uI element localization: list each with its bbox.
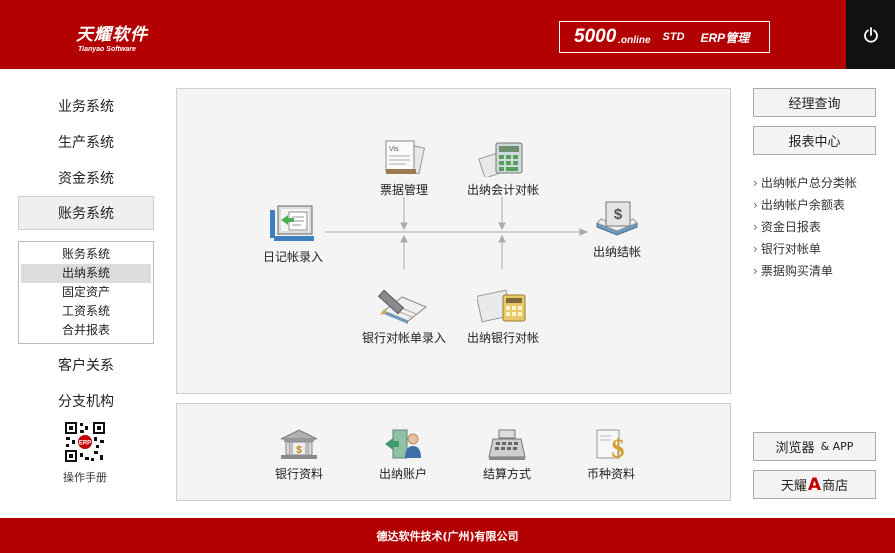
svg-text:ERP: ERP — [79, 441, 91, 447]
company-name: 德达软件技术(广州)有限公司 — [376, 529, 519, 543]
product-edition: STD — [662, 31, 685, 43]
company-logo: 天耀软件 Tianyao Software — [76, 20, 148, 53]
power-icon — [863, 26, 878, 43]
chevron-right-icon: › — [753, 198, 758, 212]
svg-text:$: $ — [296, 445, 302, 456]
chevron-right-icon: › — [753, 220, 758, 234]
report-center-button[interactable]: 报表中心 — [753, 126, 876, 155]
cashier-accounting-check-tool[interactable]: 出纳会计对帐 — [460, 139, 546, 198]
subnav-accounting[interactable]: 账务系统 — [21, 245, 151, 264]
svg-text:Vis: Vis — [389, 146, 399, 153]
subnav-payroll[interactable]: 工资系统 — [21, 302, 151, 321]
cashier-accounting-check-label: 出纳会计对帐 — [466, 183, 539, 197]
product-online: .online — [618, 34, 651, 46]
journal-computer-icon — [270, 205, 314, 241]
journal-entry-tool[interactable]: 日记帐录入 — [257, 204, 329, 265]
account-user-icon — [385, 429, 421, 459]
app-store-button[interactable]: 天耀 A 商店 — [753, 470, 876, 499]
subnav-cashier[interactable]: 出纳系统 — [21, 264, 151, 283]
report-list: › 出纳帐户总分类帐 › 出纳帐户余额表 › 资金日报表 › 银行对帐单 › 票据购买清单 — [753, 172, 857, 282]
currency-info-label: 币种资料 — [586, 467, 635, 481]
logo-en: Tianyao Software — [78, 46, 136, 53]
calculator-notes-icon — [477, 289, 526, 323]
product-badge: 5000 .online STD ERP管理 — [559, 21, 770, 53]
settlement-method-label: 结算方式 — [482, 467, 531, 481]
ticket-management-label: 票据管理 — [379, 183, 428, 197]
subnav-fixed-assets[interactable]: 固定资产 — [21, 283, 151, 302]
nav-customer-relations[interactable]: 客户关系 — [18, 348, 154, 382]
report-link-cashier-ledger[interactable]: › 出纳帐户总分类帐 — [753, 172, 857, 194]
cashier-bank-check-label: 出纳银行对帐 — [466, 331, 539, 345]
browser-app-button[interactable]: 浏览器 & APP — [753, 432, 876, 461]
nav-accounting-system[interactable]: 账务系统 — [18, 196, 154, 230]
cashier-bank-check-tool[interactable]: 出纳银行对帐 — [460, 285, 546, 346]
cashier-closing-tool[interactable]: $ 出纳结帐 — [584, 199, 650, 260]
ticket-management-tool[interactable]: Vis 票据管理 — [371, 139, 437, 198]
logo-cn: 天耀软件 — [76, 25, 148, 45]
cash-register-icon — [488, 429, 526, 460]
pen-document-icon — [378, 289, 427, 324]
product-number: 5000 — [574, 26, 617, 47]
footer-bar: 德达软件技术(广州)有限公司 — [0, 518, 895, 553]
bank-statement-entry-tool[interactable]: 银行对帐单录入 — [357, 285, 451, 346]
subnav-consolidated-report[interactable]: 合并报表 — [21, 321, 151, 340]
currency-info-tool[interactable]: $ 币种资料 — [579, 427, 643, 482]
closing-ledger-icon: $ — [596, 201, 638, 236]
currency-dollar-icon: $ — [596, 429, 625, 461]
nav-business-system[interactable]: 业务系统 — [18, 89, 154, 123]
report-link-bank-statement[interactable]: › 银行对帐单 — [753, 238, 857, 260]
qr-code-icon[interactable]: ERP — [63, 420, 107, 464]
bank-info-tool[interactable]: $ 银行资料 — [267, 427, 331, 482]
svg-text:$: $ — [614, 206, 623, 223]
manager-query-button[interactable]: 经理查询 — [753, 88, 876, 117]
bank-statement-entry-label: 银行对帐单录入 — [361, 331, 446, 345]
nav-funds-system[interactable]: 资金系统 — [18, 161, 154, 195]
settlement-method-tool[interactable]: 结算方式 — [475, 427, 539, 482]
header-bar: 天耀软件 Tianyao Software 5000 .online STD E… — [0, 0, 895, 69]
cashier-closing-label: 出纳结帐 — [592, 245, 641, 259]
report-link-daily-funds[interactable]: › 资金日报表 — [753, 216, 857, 238]
journal-entry-label: 日记帐录入 — [262, 250, 323, 264]
cashier-account-label: 出纳账户 — [378, 467, 427, 481]
product-erp: ERP管理 — [700, 30, 750, 45]
svg-text:$: $ — [612, 434, 625, 461]
nav-branches[interactable]: 分支机构 — [18, 384, 154, 418]
calculator-ledger-icon — [478, 142, 523, 177]
bank-building-icon: $ — [280, 429, 318, 459]
bank-info-label: 银行资料 — [274, 467, 323, 481]
cashier-flow-panel: Vis 票据管理 出纳会计对帐 日记帐录入 $ 出纳结帐 银行对帐单录入 出纳银… — [176, 88, 731, 394]
store-label-pre: 天耀 — [780, 479, 807, 494]
nav-production-system[interactable]: 生产系统 — [18, 125, 154, 159]
chevron-right-icon: › — [753, 242, 758, 256]
chevron-right-icon: › — [753, 264, 758, 278]
power-button[interactable] — [846, 0, 895, 69]
manual-label: 操作手册 — [63, 471, 107, 484]
cashier-account-tool[interactable]: 出纳账户 — [371, 427, 435, 482]
chevron-right-icon: › — [753, 176, 758, 190]
browser-label: 浏览器 — [775, 441, 815, 456]
report-link-ticket-purchase[interactable]: › 票据购买清单 — [753, 260, 857, 282]
store-a-logo: A — [807, 474, 822, 495]
report-link-cashier-balance[interactable]: › 出纳帐户余额表 — [753, 194, 857, 216]
ticket-management-icon: Vis — [385, 140, 425, 175]
browser-suffix: & APP — [820, 440, 854, 453]
store-label-post: 商店 — [822, 479, 849, 494]
basic-data-panel: $ 银行资料 出纳账户 结算方式 $ 币种资料 — [176, 403, 731, 501]
accounting-subnav: 账务系统 出纳系统 固定资产 工资系统 合并报表 — [18, 241, 154, 344]
